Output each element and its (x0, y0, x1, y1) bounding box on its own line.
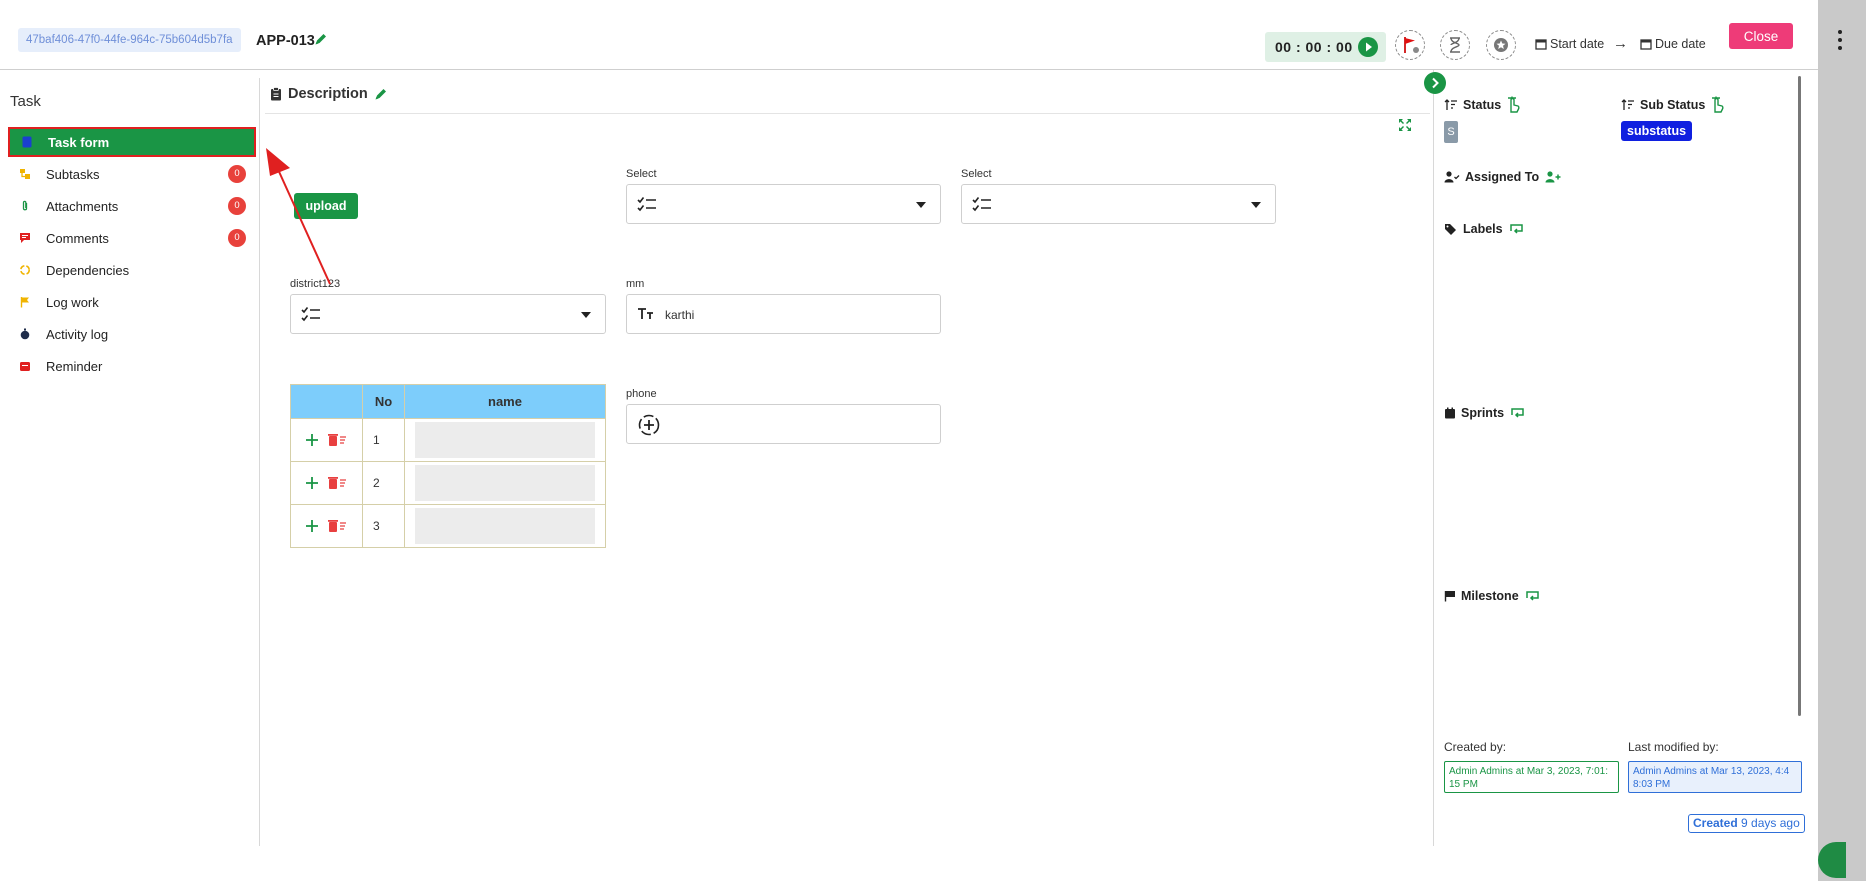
details-scrollbar[interactable] (1798, 76, 1801, 716)
sub-status-label: Sub Status (1640, 98, 1706, 112)
status-badge[interactable]: S (1444, 121, 1458, 143)
user-check-icon (1444, 171, 1460, 183)
sprints-heading: Sprints (1444, 406, 1527, 420)
created-by-label: Created by: (1444, 740, 1507, 754)
assigned-to-heading: Assigned To (1444, 170, 1562, 184)
change-substatus-pointer-icon[interactable] (1710, 96, 1724, 114)
sprint-calendar-icon (1444, 407, 1456, 419)
created-chip-rest: 9 days ago (1741, 816, 1800, 830)
created-age-chip: Created 9 days ago (1688, 814, 1805, 833)
edit-sprints-icon[interactable] (1509, 406, 1527, 420)
tags-icon (1444, 223, 1458, 235)
milestone-label: Milestone (1461, 589, 1519, 603)
sub-status-badge[interactable]: substatus (1621, 121, 1693, 141)
sub-status-heading: Sub Status (1621, 96, 1724, 114)
created-by-info: Admin Admins at Mar 3, 2023, 7:01: 15 PM (1444, 761, 1619, 793)
milestone-flag-icon (1444, 590, 1456, 602)
sort-icon (1621, 99, 1635, 111)
sort-icon (1444, 99, 1458, 111)
created-chip-strong: Created (1693, 816, 1738, 830)
milestone-heading: Milestone (1444, 589, 1542, 603)
labels-label: Labels (1463, 222, 1503, 236)
last-modified-label: Last modified by: (1628, 740, 1719, 754)
assigned-to-label: Assigned To (1465, 170, 1540, 184)
edit-milestone-icon[interactable] (1524, 589, 1542, 603)
labels-heading: Labels (1444, 222, 1526, 236)
change-status-pointer-icon[interactable] (1506, 96, 1520, 114)
status-label: Status (1463, 98, 1502, 112)
add-assignee-icon[interactable] (1544, 171, 1562, 183)
status-heading: Status (1444, 96, 1520, 114)
last-modified-info: Admin Admins at Mar 13, 2023, 4:4 8:03 P… (1628, 761, 1802, 793)
collapse-panel-chevron-icon[interactable] (1424, 72, 1446, 94)
edit-labels-icon[interactable] (1508, 222, 1526, 236)
task-details-panel (1433, 70, 1801, 846)
sprints-label: Sprints (1461, 406, 1505, 420)
